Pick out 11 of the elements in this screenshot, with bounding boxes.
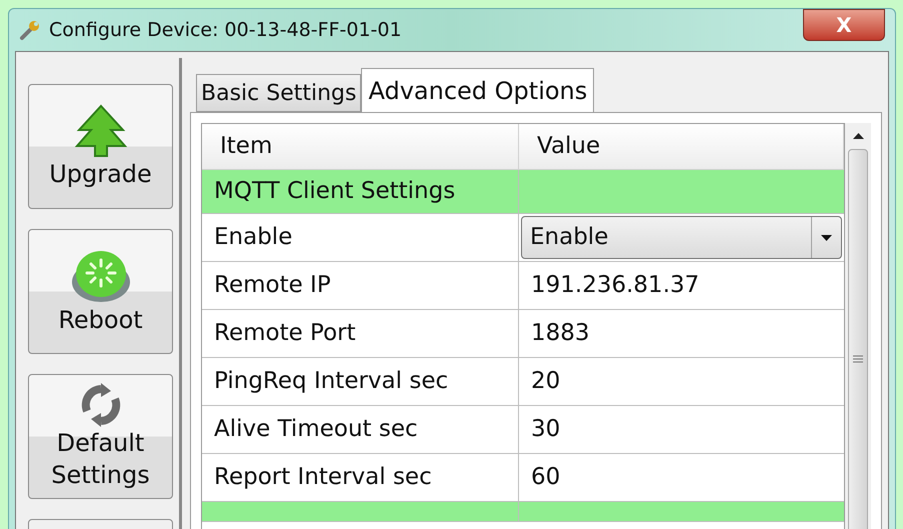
sidebar-button[interactable]: Reboot: [28, 229, 173, 354]
tab[interactable]: Advanced Options: [361, 68, 594, 112]
dropdown[interactable]: Enable: [521, 216, 842, 259]
tab[interactable]: Basic Settings: [196, 74, 362, 112]
sidebar-button[interactable]: Default Settings: [28, 374, 173, 499]
scrollbar-thumb[interactable]: [848, 149, 868, 529]
caret-icon: [821, 234, 832, 240]
sidebar-button[interactable]: Upgrade: [28, 84, 173, 209]
scroll-up-icon: [852, 133, 864, 139]
grip-icon: [853, 354, 863, 362]
window-title: Configure Device: 00-13-48-FF-01-01: [49, 18, 403, 43]
